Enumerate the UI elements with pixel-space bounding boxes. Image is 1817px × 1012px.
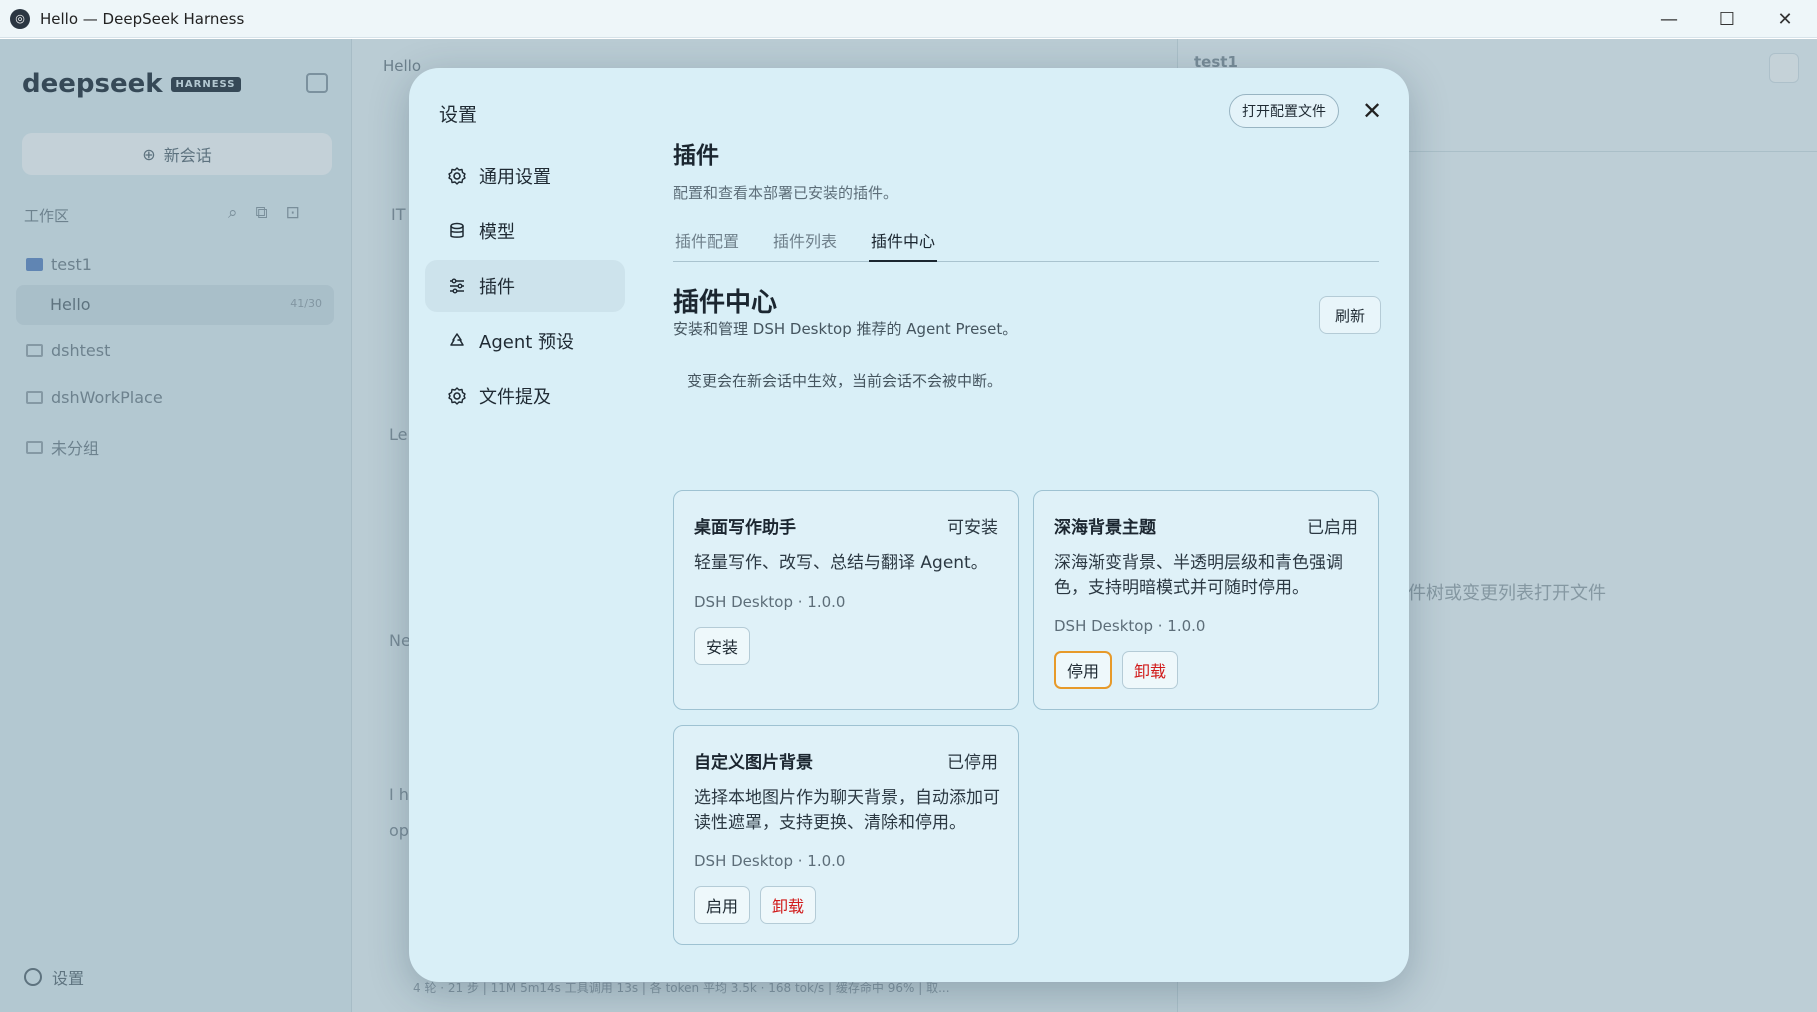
nav-label: 插件 <box>479 277 515 298</box>
plugin-status: 已停用 <box>947 753 998 773</box>
close-window-button[interactable]: ✕ <box>1756 0 1814 38</box>
maximize-button[interactable]: ☐ <box>1698 0 1756 38</box>
minimize-button[interactable]: — <box>1640 0 1698 38</box>
settings-modal: 设置 通用设置 模型 插件 Agent 预设 文件提及 打开配置文件 ✕ 插件 … <box>409 68 1409 982</box>
section-title: 插件 <box>673 143 719 169</box>
plugin-card: 深海背景主题 已启用 深海渐变背景、半透明层级和青色强调色，支持明暗模式并可随时… <box>1033 490 1379 710</box>
plugin-card: 桌面写作助手 可安装 轻量写作、改写、总结与翻译 Agent。 DSH Desk… <box>673 490 1019 710</box>
section-subtitle: 配置和查看本部署已安装的插件。 <box>673 184 899 202</box>
disable-button[interactable]: 停用 <box>1054 651 1113 689</box>
notice-text: 变更会在新会话中生效，当前会话不会被中断。 <box>687 372 1003 390</box>
nav-item-file-mentions[interactable]: 文件提及 <box>425 370 625 422</box>
uninstall-button[interactable]: 卸载 <box>1122 651 1179 689</box>
enable-button[interactable]: 启用 <box>694 886 751 924</box>
tab-plugin-list[interactable]: 插件列表 <box>771 218 839 261</box>
plugin-description: 轻量写作、改写、总结与翻译 Agent。 <box>694 553 988 573</box>
modal-title: 设置 <box>439 104 478 126</box>
nav-item-agent-presets[interactable]: Agent 预设 <box>425 315 625 367</box>
nav-label: 通用设置 <box>479 167 551 188</box>
gear-icon <box>448 167 466 185</box>
plugin-meta: DSH Desktop · 1.0.0 <box>1054 617 1206 635</box>
database-icon <box>450 222 464 238</box>
plugin-actions: 启用 卸载 <box>694 886 817 924</box>
refresh-button[interactable]: 刷新 <box>1319 296 1381 334</box>
plugin-card: 自定义图片背景 已停用 选择本地图片作为聊天背景，自动添加可读性遮罩，支持更换、… <box>673 725 1019 945</box>
window-title: Hello — DeepSeek Harness <box>40 9 245 28</box>
plugin-meta: DSH Desktop · 1.0.0 <box>694 593 846 611</box>
app-icon: ◎ <box>10 8 30 29</box>
nav-item-general[interactable]: 通用设置 <box>425 150 625 202</box>
nav-label: Agent 预设 <box>479 332 575 353</box>
install-button[interactable]: 安装 <box>694 627 751 665</box>
gear-icon <box>448 387 466 405</box>
plugin-center-title: 插件中心 <box>673 288 778 318</box>
close-modal-icon[interactable]: ✕ <box>1359 97 1385 125</box>
plugin-name: 深海背景主题 <box>1054 518 1156 538</box>
plugin-name: 桌面写作助手 <box>694 518 796 538</box>
plugin-center-subtitle: 安装和管理 DSH Desktop 推荐的 Agent Preset。 <box>673 320 1018 338</box>
plugin-tabs: 插件配置 插件列表 插件中心 <box>673 218 1379 262</box>
open-config-file-button[interactable]: 打开配置文件 <box>1229 94 1339 128</box>
tab-plugin-config[interactable]: 插件配置 <box>673 218 741 261</box>
nav-label: 模型 <box>479 222 515 243</box>
sliders-icon <box>450 278 464 294</box>
uninstall-button[interactable]: 卸载 <box>760 886 817 924</box>
plugin-name: 自定义图片背景 <box>694 753 813 773</box>
plugin-description: 深海渐变背景、半透明层级和青色强调色，支持明暗模式并可随时停用。 <box>1054 553 1343 598</box>
plugin-status: 已启用 <box>1307 518 1358 538</box>
recycle-icon <box>450 333 464 346</box>
tab-plugin-center[interactable]: 插件中心 <box>869 218 938 262</box>
plugin-status: 可安装 <box>947 518 998 538</box>
nav-item-plugins[interactable]: 插件 <box>425 260 625 312</box>
plugin-actions: 停用 卸载 <box>1054 651 1179 689</box>
settings-nav: 通用设置 模型 插件 Agent 预设 文件提及 <box>425 150 625 425</box>
plugin-meta: DSH Desktop · 1.0.0 <box>694 852 846 870</box>
plugin-description: 选择本地图片作为聊天背景，自动添加可读性遮罩，支持更换、清除和停用。 <box>694 788 1000 833</box>
nav-label: 文件提及 <box>479 387 551 408</box>
plugin-actions: 安装 <box>694 627 751 665</box>
nav-item-model[interactable]: 模型 <box>425 205 625 257</box>
title-bar: ◎ Hello — DeepSeek Harness — ☐ ✕ <box>0 0 1817 38</box>
